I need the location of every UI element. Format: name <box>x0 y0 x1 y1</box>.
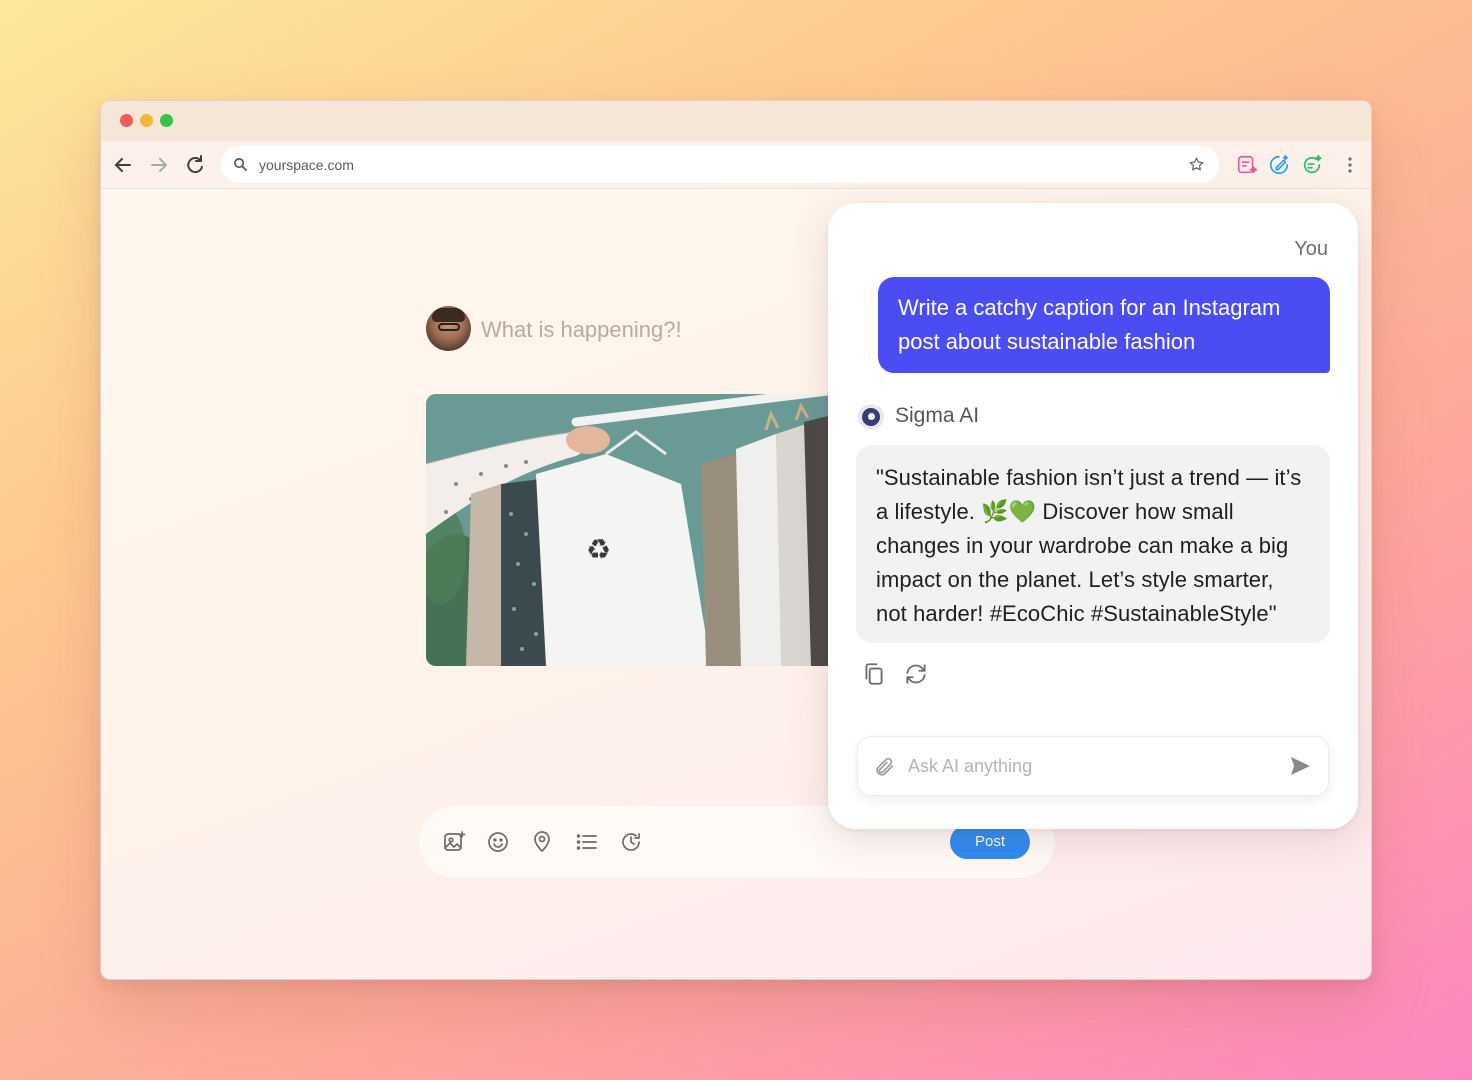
close-window-button[interactable] <box>120 114 133 127</box>
image-icon[interactable] <box>442 830 466 854</box>
user-message-bubble: Write a catchy caption for an Instagram … <box>878 277 1330 373</box>
address-bar[interactable]: yourspace.com <box>221 146 1219 183</box>
emoji-icon[interactable] <box>486 830 510 854</box>
schedule-icon[interactable] <box>619 830 643 854</box>
ask-ai-placeholder: Ask AI anything <box>908 756 1033 776</box>
note-sparkle-icon[interactable] <box>1236 154 1258 176</box>
svg-text:♻: ♻ <box>586 533 611 566</box>
minimize-window-button[interactable] <box>140 114 153 127</box>
post-button[interactable]: Post <box>950 825 1030 859</box>
browser-toolbar: yourspace.com <box>101 141 1371 189</box>
maximize-window-button[interactable] <box>160 114 173 127</box>
bookmark-star-icon[interactable] <box>1188 156 1205 173</box>
more-menu-icon[interactable] <box>1347 155 1353 175</box>
forward-arrow-icon[interactable] <box>147 153 171 177</box>
attach-paperclip-icon[interactable] <box>874 756 896 778</box>
edit-sparkle-icon[interactable] <box>1268 154 1290 176</box>
back-arrow-icon[interactable] <box>111 153 135 177</box>
url-text: yourspace.com <box>259 157 354 173</box>
avatar <box>426 306 471 351</box>
send-icon[interactable] <box>1288 754 1312 778</box>
sigma-ai-logo-icon <box>858 404 884 430</box>
ai-chat-panel: You Write a catchy caption for an Instag… <box>828 203 1358 829</box>
list-icon[interactable] <box>575 830 599 854</box>
browser-window: yourspace.com What is happening?! ♻ Post… <box>100 100 1372 980</box>
regenerate-icon[interactable] <box>903 661 929 687</box>
ask-ai-input[interactable]: Ask AI anything <box>857 736 1329 796</box>
user-label: You <box>1294 238 1328 260</box>
chat-sparkle-icon[interactable] <box>1301 154 1323 176</box>
assistant-message-bubble: "Sustainable fashion isn’t just a trend … <box>856 445 1330 643</box>
location-icon[interactable] <box>530 830 554 854</box>
title-bar <box>101 101 1371 141</box>
reload-icon[interactable] <box>183 153 207 177</box>
search-icon <box>234 158 247 171</box>
assistant-name: Sigma AI <box>895 404 980 427</box>
composer-prompt-placeholder[interactable]: What is happening?! <box>481 317 682 343</box>
attached-image: ♻ <box>426 394 836 666</box>
copy-icon[interactable] <box>861 661 887 687</box>
